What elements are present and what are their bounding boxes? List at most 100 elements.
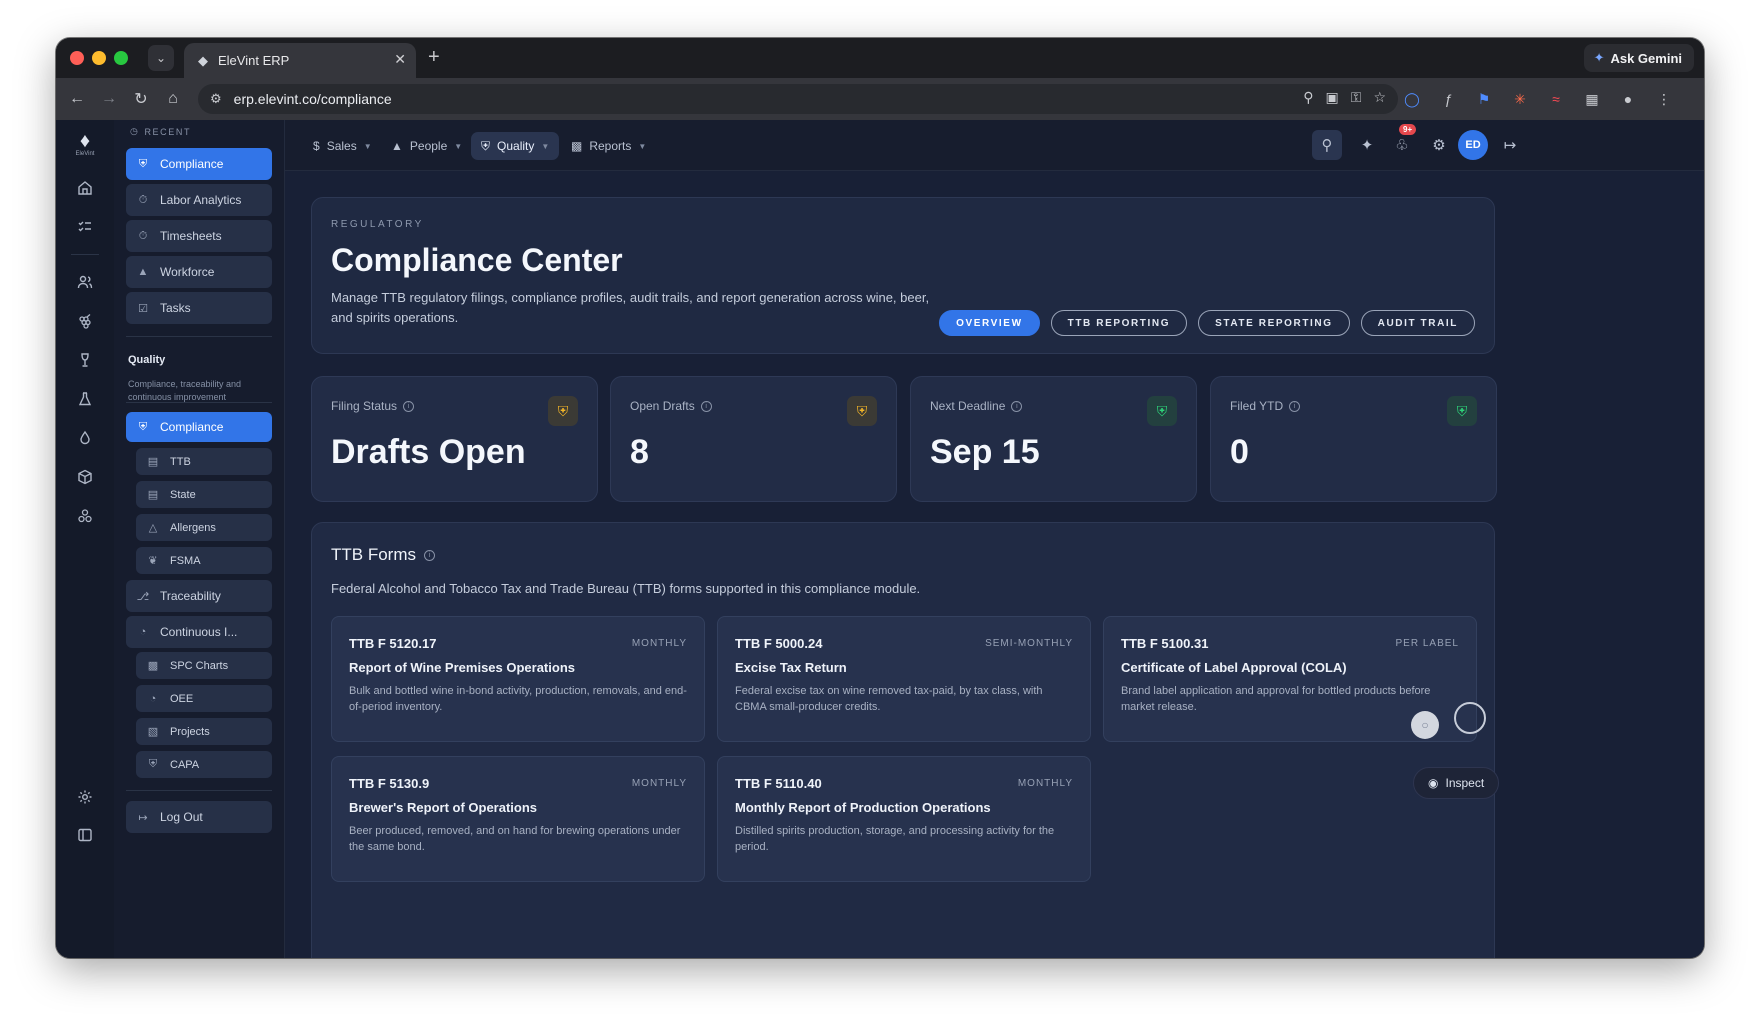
search-button[interactable]: ⚲: [1312, 130, 1342, 160]
topnav-quality[interactable]: ⛨ Quality ▼: [471, 132, 560, 160]
sidebar-item-projects[interactable]: ▧ Projects: [136, 718, 272, 745]
site-settings-icon[interactable]: ⚙: [210, 91, 222, 107]
gauge-icon: ◔: [139, 626, 147, 638]
ai-sparkles-button[interactable]: ✦: [1354, 130, 1380, 160]
package-icon[interactable]: [73, 465, 97, 489]
compliance-hero: REGULATORY Compliance Center Manage TTB …: [311, 197, 1495, 354]
form-name: Excise Tax Return: [735, 660, 847, 675]
topnav-reports[interactable]: ▩ Reports ▼: [561, 132, 656, 160]
inspect-button[interactable]: ◉ Inspect: [1413, 767, 1500, 799]
form-frequency: MONTHLY: [1017, 778, 1073, 789]
ttb-forms-section: TTB Forms i Federal Alcohol and Tobacco …: [311, 522, 1495, 958]
shield-icon: ⛨: [138, 157, 148, 170]
sidebar-item-compliance[interactable]: ⛨ Compliance: [126, 412, 272, 442]
user-avatar-button[interactable]: ED: [1456, 130, 1490, 160]
extension-tag-icon[interactable]: ⚑: [1473, 88, 1495, 110]
info-icon[interactable]: i: [424, 549, 435, 561]
info-icon[interactable]: i: [403, 400, 415, 412]
notifications-button[interactable]: ♧ 9+: [1389, 124, 1417, 160]
forward-arrow-icon[interactable]: →: [98, 88, 120, 110]
extension-p-icon[interactable]: ◯: [1401, 88, 1423, 110]
avatar: ED: [1458, 130, 1488, 160]
sidebar-toggle-icon[interactable]: [73, 823, 97, 847]
tab-state-reporting[interactable]: STATE REPORTING: [1198, 310, 1350, 336]
address-bar[interactable]: ⚙ erp.elevint.co/compliance ⚲ ▣ ⚿ ☆: [198, 84, 1398, 114]
ask-gemini-button[interactable]: ✦ Ask Gemini: [1583, 44, 1694, 72]
wine-glass-icon[interactable]: [73, 348, 97, 372]
gear-icon: ⚙: [1432, 137, 1446, 154]
mic-off-icon[interactable]: ○: [1411, 711, 1439, 739]
recent-item-workforce[interactable]: ▲ Workforce: [126, 256, 272, 288]
sidebar-item-oee[interactable]: ◔ OEE: [136, 685, 272, 712]
form-card-5120-17[interactable]: TTB F 5120.17 MONTHLY Report of Wine Pre…: [331, 616, 705, 742]
sidebar-item-allergens[interactable]: △ Allergens: [136, 514, 272, 541]
form-name: Report of Wine Premises Operations: [349, 660, 575, 675]
elephant-logo-icon[interactable]: ♦ EleVint: [72, 130, 98, 160]
topnav-people[interactable]: ▲ People ▼: [381, 132, 472, 160]
form-description: Bulk and bottled wine in-bond activity, …: [349, 685, 687, 713]
bookmark-star-icon[interactable]: ☆: [1373, 89, 1386, 106]
form-card-5130-9[interactable]: TTB F 5130.9 MONTHLY Brewer's Report of …: [331, 756, 705, 882]
boxes-icon[interactable]: [73, 504, 97, 528]
settings-button[interactable]: ⚙: [1426, 130, 1452, 160]
info-icon[interactable]: i: [700, 400, 712, 412]
browser-tab-active[interactable]: ◆ EleVint ERP ✕: [184, 43, 416, 78]
back-arrow-icon[interactable]: ←: [66, 88, 88, 110]
stat-value: 0: [1230, 433, 1249, 471]
install-app-icon[interactable]: ▣: [1326, 89, 1339, 106]
recent-item-timesheets[interactable]: ⏱ Timesheets: [126, 220, 272, 252]
close-tab-icon[interactable]: ✕: [394, 51, 406, 68]
extension-wave-icon[interactable]: ≈: [1545, 88, 1567, 110]
gemini-spark-icon: ✦: [1593, 50, 1605, 65]
home-icon[interactable]: ⌂: [162, 88, 184, 110]
stat-card-filing-status: Filing Status i Drafts Open ⛨: [311, 376, 598, 502]
recent-item-labor-analytics[interactable]: ⏱ Labor Analytics: [126, 184, 272, 216]
recent-item-compliance[interactable]: ⛨ Compliance: [126, 148, 272, 180]
form-name: Brewer's Report of Operations: [349, 800, 538, 815]
shield-warning-icon: ⛨: [847, 396, 877, 426]
sidebar-item-fsma[interactable]: ❦ FSMA: [136, 547, 272, 574]
home-icon[interactable]: [73, 176, 97, 200]
droplet-icon[interactable]: [73, 426, 97, 450]
settings-gear-icon[interactable]: [73, 785, 97, 809]
form-card-5110-40[interactable]: TTB F 5110.40 MONTHLY Monthly Report of …: [717, 756, 1091, 882]
stat-label: Filing Status: [331, 399, 398, 413]
users-icon[interactable]: [73, 270, 97, 294]
sidebar-item-ttb[interactable]: ▤ TTB: [136, 448, 272, 475]
grapes-icon[interactable]: [73, 309, 97, 333]
extensions-puzzle-icon[interactable]: ▦: [1581, 88, 1603, 110]
reload-icon[interactable]: ↻: [130, 88, 152, 110]
chevron-down-icon: ▼: [454, 141, 463, 151]
tab-ttb-reporting[interactable]: TTB REPORTING: [1050, 310, 1188, 336]
tab-overview[interactable]: OVERVIEW: [939, 310, 1040, 336]
logout-button[interactable]: ↦ Log Out: [126, 801, 272, 833]
tab-audit-trail[interactable]: AUDIT TRAIL: [1360, 310, 1475, 336]
browser-menu-icon[interactable]: ⋮: [1653, 88, 1675, 110]
recent-item-tasks[interactable]: ☑ Tasks: [126, 292, 272, 324]
topnav-sales[interactable]: $ Sales ▼: [303, 132, 382, 160]
flask-icon[interactable]: [73, 387, 97, 411]
minimize-window-button[interactable]: [92, 51, 106, 65]
extension-burst-icon[interactable]: ✳: [1509, 88, 1531, 110]
form-card-5000-24[interactable]: TTB F 5000.24 SEMI-MONTHLY Excise Tax Re…: [717, 616, 1091, 742]
password-key-icon[interactable]: ⚿: [1351, 89, 1362, 106]
close-window-button[interactable]: [70, 51, 84, 65]
tab-search-chevron-icon[interactable]: ⌄: [148, 45, 174, 71]
sidebar-item-capa[interactable]: ⛨ CAPA: [136, 751, 272, 778]
assistant-ring-button[interactable]: [1454, 702, 1486, 734]
sidebar-item-traceability[interactable]: ⎇ Traceability: [126, 580, 272, 612]
sidebar-item-state[interactable]: ▤ State: [136, 481, 272, 508]
extension-fx-icon[interactable]: ƒ: [1437, 88, 1459, 110]
checklist-icon[interactable]: [73, 215, 97, 239]
url-text[interactable]: erp.elevint.co/compliance: [234, 91, 392, 107]
maximize-window-button[interactable]: [114, 51, 128, 65]
new-tab-button[interactable]: +: [428, 46, 440, 68]
info-icon[interactable]: i: [1011, 400, 1023, 412]
zoom-icon[interactable]: ⚲: [1303, 89, 1313, 106]
profile-avatar-icon[interactable]: ●: [1617, 88, 1639, 110]
info-icon[interactable]: i: [1289, 400, 1301, 412]
form-frequency: MONTHLY: [631, 778, 687, 789]
sidebar-item-continuous-improvement[interactable]: ◔ Continuous I...: [126, 616, 272, 648]
sidebar-item-spc-charts[interactable]: ▩ SPC Charts: [136, 652, 272, 679]
logout-top-button[interactable]: ↦: [1497, 130, 1523, 160]
